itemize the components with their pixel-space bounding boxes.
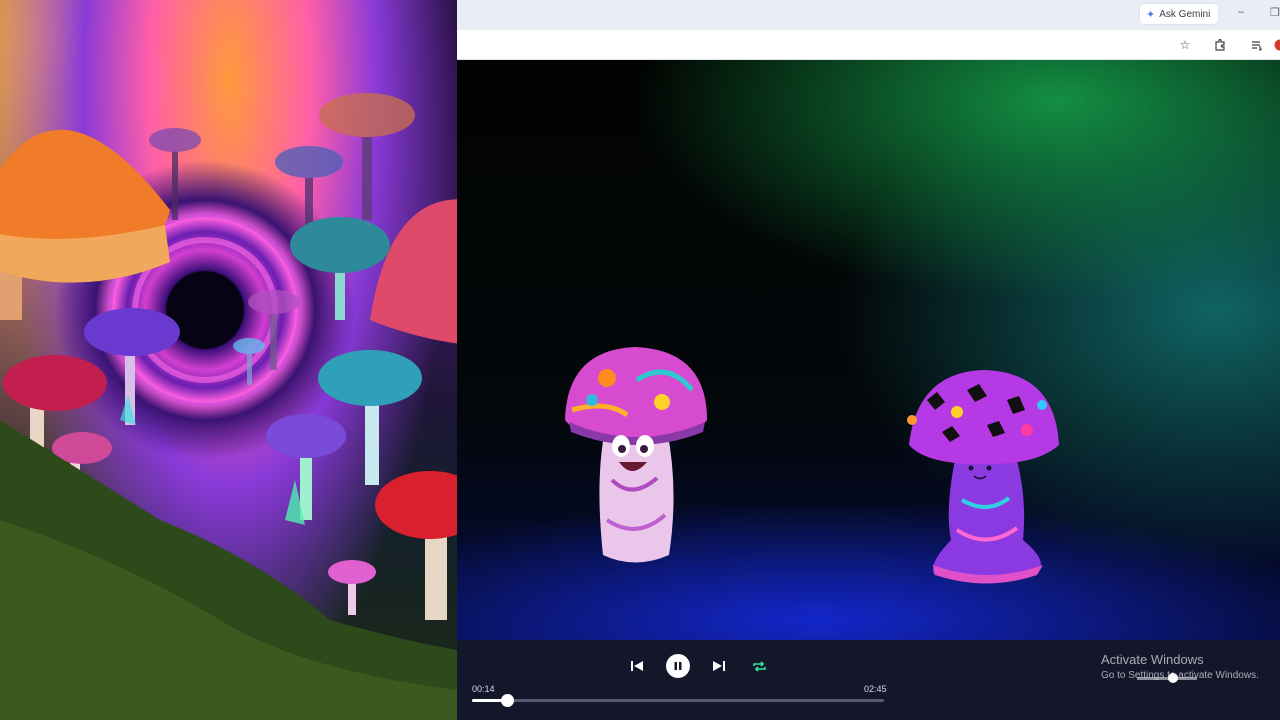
previous-icon (631, 661, 643, 671)
ask-gemini-button[interactable]: ✦ Ask Gemini (1140, 4, 1219, 24)
player-controls: 00:14 02:45 Activate Windows Go to Setti… (457, 640, 1280, 720)
watermark-subtitle: Go to Settings to activate Windows. (1101, 670, 1259, 681)
repeat-icon (752, 660, 766, 672)
browser-title-bar: ✦ Ask Gemini – ❐ (457, 0, 1280, 30)
progress-thumb[interactable] (501, 694, 515, 707)
previous-button[interactable] (629, 658, 645, 674)
next-icon (713, 661, 725, 671)
next-button[interactable] (711, 658, 727, 674)
reading-list-icon[interactable] (1249, 37, 1265, 53)
pause-button[interactable] (666, 654, 690, 678)
artwork-shapes (0, 93, 457, 720)
video-stage[interactable] (457, 60, 1280, 640)
smiling-mushroom-character (565, 347, 707, 563)
repeat-button[interactable] (751, 658, 767, 674)
extensions-icon[interactable] (1212, 37, 1228, 53)
bookmark-star-icon[interactable]: ☆ (1177, 37, 1193, 53)
browser-toolbar: ☆ (457, 30, 1280, 60)
gemini-sparkle-icon: ✦ (1146, 8, 1156, 21)
profile-icon[interactable] (1272, 37, 1280, 53)
mushroom-characters (565, 347, 1059, 584)
mushroom-forest-artwork (0, 0, 457, 720)
spotted-mushroom-character (907, 370, 1059, 584)
activate-windows-watermark: Activate Windows Go to Settings to activ… (1101, 652, 1259, 681)
minimize-button[interactable]: – (1238, 6, 1244, 18)
watermark-title: Activate Windows (1101, 652, 1204, 667)
current-time: 00:14 (472, 684, 495, 694)
pause-icon (674, 662, 682, 670)
duration: 02:45 (864, 684, 887, 694)
address-bar[interactable] (457, 33, 1157, 57)
restore-button[interactable]: ❐ (1270, 6, 1280, 19)
ask-gemini-label: Ask Gemini (1159, 8, 1211, 20)
progress-bar[interactable] (472, 694, 884, 707)
